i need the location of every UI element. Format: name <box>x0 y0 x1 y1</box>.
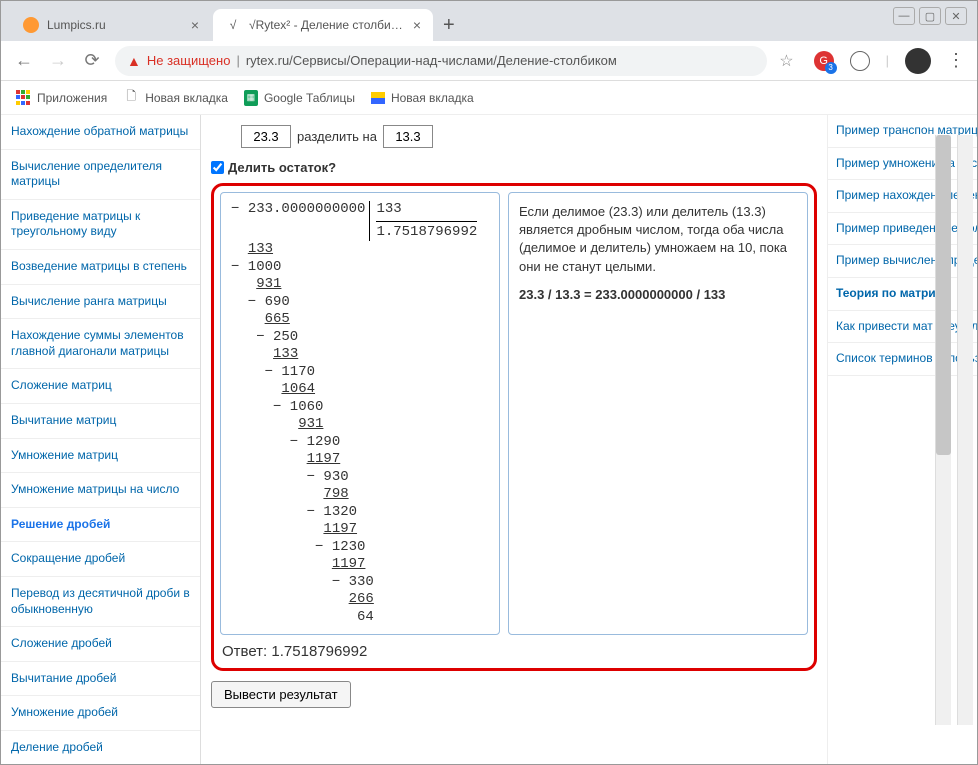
answer-value: 1.7518796992 <box>271 643 367 660</box>
page-icon: 🗋 <box>123 90 139 106</box>
sidebar-item[interactable]: Пример приведен треугольному вид Гаусса <box>828 213 977 246</box>
answer-label: Ответ: <box>222 643 267 660</box>
sidebar-item[interactable]: Как привести мат треугольному (сту виду … <box>828 311 977 344</box>
star-icon[interactable]: ☆ <box>779 51 793 71</box>
sidebar-item[interactable]: Пример умножени на число <box>828 148 977 181</box>
back-button[interactable]: ← <box>13 50 35 72</box>
divisor-input[interactable] <box>383 125 433 148</box>
sidebar-item[interactable]: Деление дробей <box>1 731 200 764</box>
favicon-icon: √ <box>225 17 241 33</box>
scrollbar-main[interactable] <box>935 135 951 725</box>
long-division-panel: − 233.0000000000 133 1.7518796992 133− 1… <box>220 192 500 635</box>
profile-avatar[interactable] <box>905 48 931 74</box>
new-tab-button[interactable]: + <box>435 14 463 37</box>
sidebar-item[interactable]: Пример вычислен определителя мат <box>828 245 977 278</box>
url-text: rytex.ru/Сервисы/Операции-над-числами/Де… <box>246 53 617 68</box>
tab-title: Lumpics.ru <box>47 18 183 32</box>
divisor-value: 133 <box>376 201 477 219</box>
image-icon <box>371 92 385 104</box>
extension-icon[interactable]: G3 <box>814 51 834 71</box>
bookmark-label: Новая вкладка <box>391 91 474 105</box>
sidebar-item[interactable]: Умножение дробей <box>1 696 200 731</box>
explanation-panel: Если делимое (23.3) или делитель (13.3) … <box>508 192 808 635</box>
sidebar-item[interactable]: Сложение матриц <box>1 369 200 404</box>
tab-title: √Rytex² - Деление столбиком с <box>249 18 405 32</box>
answer-line: Ответ: 1.7518796992 <box>220 641 808 662</box>
menu-icon[interactable]: ⋮ <box>947 50 965 71</box>
bookmark-label: Приложения <box>37 91 107 105</box>
window-close[interactable]: ✕ <box>945 7 967 25</box>
close-icon[interactable]: × <box>191 17 199 33</box>
sidebar-item[interactable]: Умножение матрицы на число <box>1 473 200 508</box>
security-label: Не защищено <box>147 53 231 68</box>
forward-button[interactable]: → <box>47 50 69 72</box>
reload-button[interactable]: ⟳ <box>81 50 103 72</box>
close-icon[interactable]: × <box>413 17 421 33</box>
divide-label: разделить на <box>297 129 377 144</box>
bookmarks-bar: Приложения 🗋 Новая вкладка ▦ Google Табл… <box>1 81 977 115</box>
sidebar-item[interactable]: Теория по матри <box>828 278 977 311</box>
tab-strip: Lumpics.ru × √ √Rytex² - Деление столбик… <box>1 1 977 41</box>
sidebar-item[interactable]: Сложение дробей <box>1 627 200 662</box>
sidebar-item[interactable]: Вычитание матриц <box>1 404 200 439</box>
window-maximize[interactable]: ▢ <box>919 7 941 25</box>
sidebar-item[interactable]: Решение дробей <box>1 508 200 543</box>
apps-button[interactable]: Приложения <box>15 90 107 106</box>
bookmark-label: Новая вкладка <box>145 91 228 105</box>
result-highlight-box: − 233.0000000000 133 1.7518796992 133− 1… <box>211 183 817 671</box>
sidebar-item[interactable]: Вычитание дробей <box>1 662 200 697</box>
output-result-button[interactable]: Вывести результат <box>211 681 351 708</box>
sidebar-item[interactable]: Пример транспон матрицы <box>828 115 977 148</box>
dividend-input[interactable] <box>241 125 291 148</box>
bookmark-newtab[interactable]: Новая вкладка <box>371 91 474 105</box>
sheets-icon: ▦ <box>244 90 258 106</box>
sidebar-left: Нахождение обратной матрицыВычисление оп… <box>1 115 201 764</box>
main-content: разделить на Делить остаток? − 233.00000… <box>201 115 827 764</box>
favicon-icon <box>23 17 39 33</box>
tab-rytex[interactable]: √ √Rytex² - Деление столбиком с × <box>213 9 433 41</box>
checkbox-label: Делить остаток? <box>228 160 336 175</box>
address-bar: ← → ⟳ ▲ Не защищено | rytex.ru/Сервисы/О… <box>1 41 977 81</box>
url-input[interactable]: ▲ Не защищено | rytex.ru/Сервисы/Операци… <box>115 46 767 76</box>
sidebar-item[interactable]: Возведение матрицы в степень <box>1 250 200 285</box>
tab-lumpics[interactable]: Lumpics.ru × <box>11 9 211 41</box>
sidebar-right: Пример транспон матрицыПример умножени н… <box>827 115 977 764</box>
division-steps: 133− 1000 931 − 690 665 − 250 133 − 1170… <box>231 241 489 626</box>
apps-icon <box>15 90 31 106</box>
bookmark-gsheets[interactable]: ▦ Google Таблицы <box>244 90 355 106</box>
sidebar-item[interactable]: Пример нахожден элементов главно матрицы <box>828 180 977 213</box>
sidebar-item[interactable]: Сокращение дробей <box>1 542 200 577</box>
sidebar-item[interactable]: Приведение матрицы к треугольному виду <box>1 200 200 250</box>
bookmark-label: Google Таблицы <box>264 91 355 105</box>
divider: | <box>886 53 889 68</box>
bookmark-newtab[interactable]: 🗋 Новая вкладка <box>123 90 228 106</box>
dividend-value: 233.0000000000 <box>248 201 366 217</box>
sidebar-item[interactable]: Вычисление определителя матрицы <box>1 150 200 200</box>
warning-icon: ▲ <box>127 53 141 69</box>
extension-icon[interactable] <box>850 51 870 71</box>
quotient-value: 1.7518796992 <box>376 221 477 242</box>
sidebar-item[interactable]: Нахождение суммы элементов главной диаго… <box>1 319 200 369</box>
sidebar-item[interactable]: Умножение матриц <box>1 439 200 474</box>
window-minimize[interactable]: — <box>893 7 915 25</box>
sidebar-item[interactable]: Вычисление ранга матрицы <box>1 285 200 320</box>
sidebar-item[interactable]: Список терминов используемых в м <box>828 343 977 376</box>
scrollbar-page[interactable] <box>957 135 973 725</box>
explanation-text: Если делимое (23.3) или делитель (13.3) … <box>519 203 797 276</box>
sidebar-item[interactable]: Перевод из десятичной дроби в обыкновенн… <box>1 577 200 627</box>
explanation-equation: 23.3 / 13.3 = 233.0000000000 / 133 <box>519 286 797 304</box>
remainder-checkbox[interactable] <box>211 161 224 174</box>
sidebar-item[interactable]: Нахождение обратной матрицы <box>1 115 200 150</box>
